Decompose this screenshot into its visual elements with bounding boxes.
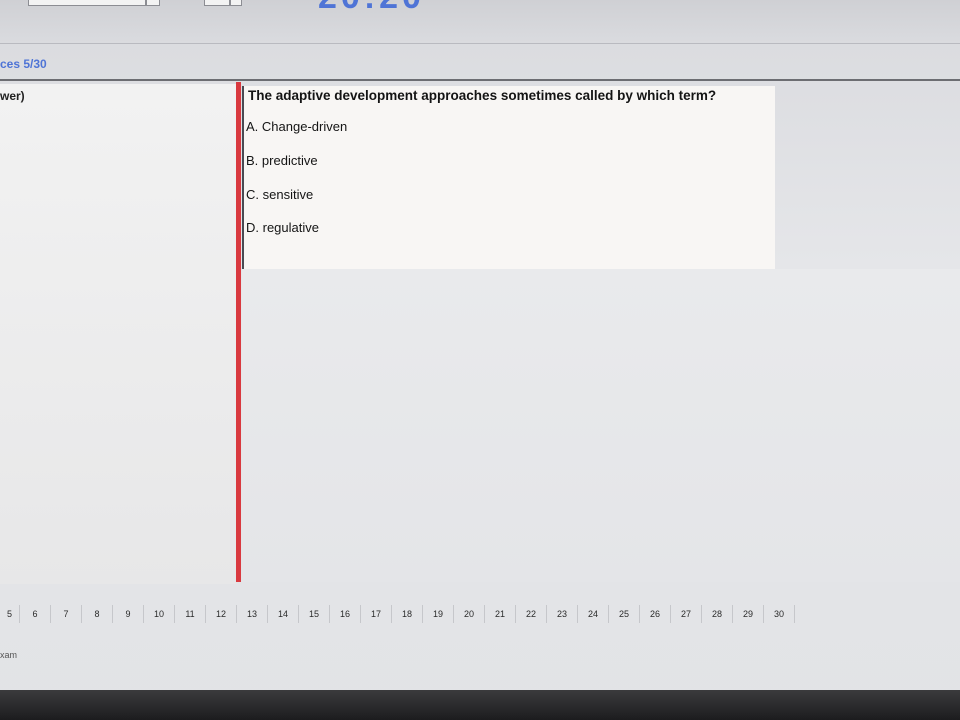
header-divider: [0, 79, 960, 81]
top-toolbar: 20:20: [0, 0, 960, 44]
question-nav-item[interactable]: 26: [640, 605, 671, 623]
option-d-letter: D.: [246, 220, 259, 235]
question-nav-item[interactable]: 14: [268, 605, 299, 623]
top-small-button[interactable]: [230, 0, 242, 6]
progress-counter: ces 5/30: [0, 57, 47, 71]
question-nav-item[interactable]: 7: [51, 605, 82, 623]
question-nav-item[interactable]: 15: [299, 605, 330, 623]
question-nav-item[interactable]: 8: [82, 605, 113, 623]
question-nav-item[interactable]: 17: [361, 605, 392, 623]
footer-label: xam: [0, 650, 18, 660]
left-panel-label: wer): [0, 89, 25, 103]
question-nav-item[interactable]: 29: [733, 605, 764, 623]
top-dropdown-field[interactable]: [28, 0, 146, 6]
question-nav-item[interactable]: 30: [764, 605, 795, 623]
monitor-bezel: [0, 690, 960, 720]
question-nav-item[interactable]: 23: [547, 605, 578, 623]
option-c-text: sensitive: [262, 187, 314, 202]
question-nav-item[interactable]: 22: [516, 605, 547, 623]
option-d-text: regulative: [262, 220, 319, 235]
option-a-text: Change-driven: [261, 119, 348, 134]
question-nav-item[interactable]: 24: [578, 605, 609, 623]
option-a-letter: A.: [246, 119, 259, 134]
question-nav-item[interactable]: 19: [423, 605, 454, 623]
question-nav-item[interactable]: 9: [113, 605, 144, 623]
left-panel: [0, 84, 236, 584]
question-nav-item[interactable]: 6: [20, 605, 51, 623]
exam-timer: 20:20: [318, 0, 425, 17]
question-nav-item[interactable]: 5: [0, 605, 20, 623]
question-nav-item[interactable]: 25: [609, 605, 640, 623]
panel-divider[interactable]: [236, 82, 241, 582]
option-d[interactable]: D. regulative: [246, 220, 319, 235]
question-navigator: 5 6 7 8 9 10 11 12 13 14 15 16 17 18 19 20 21 22 23 24 25 26 2…: [0, 604, 830, 624]
question-panel: The adaptive development approaches some…: [242, 86, 775, 269]
question-nav-item[interactable]: 28: [702, 605, 733, 623]
question-nav-item[interactable]: 20: [454, 605, 485, 623]
top-dropdown-button[interactable]: [146, 0, 160, 6]
question-nav-item[interactable]: 21: [485, 605, 516, 623]
option-c-letter: C.: [246, 187, 259, 202]
question-nav-item[interactable]: 16: [330, 605, 361, 623]
question-nav-item[interactable]: 11: [175, 605, 206, 623]
option-a[interactable]: A. Change-driven: [246, 119, 347, 134]
option-b-letter: B.: [246, 153, 259, 168]
question-nav-item[interactable]: 13: [237, 605, 268, 623]
option-c[interactable]: C. sensitive: [246, 187, 313, 202]
question-nav-item[interactable]: 12: [206, 605, 237, 623]
question-text: The adaptive development approaches some…: [248, 88, 717, 103]
question-nav-item[interactable]: 27: [671, 605, 702, 623]
top-small-field[interactable]: [204, 0, 230, 6]
option-b[interactable]: B. predictive: [246, 153, 318, 168]
option-b-text: predictive: [261, 153, 318, 168]
answer-area: [242, 269, 960, 582]
question-nav-item[interactable]: 10: [144, 605, 175, 623]
question-nav-item[interactable]: 18: [392, 605, 423, 623]
